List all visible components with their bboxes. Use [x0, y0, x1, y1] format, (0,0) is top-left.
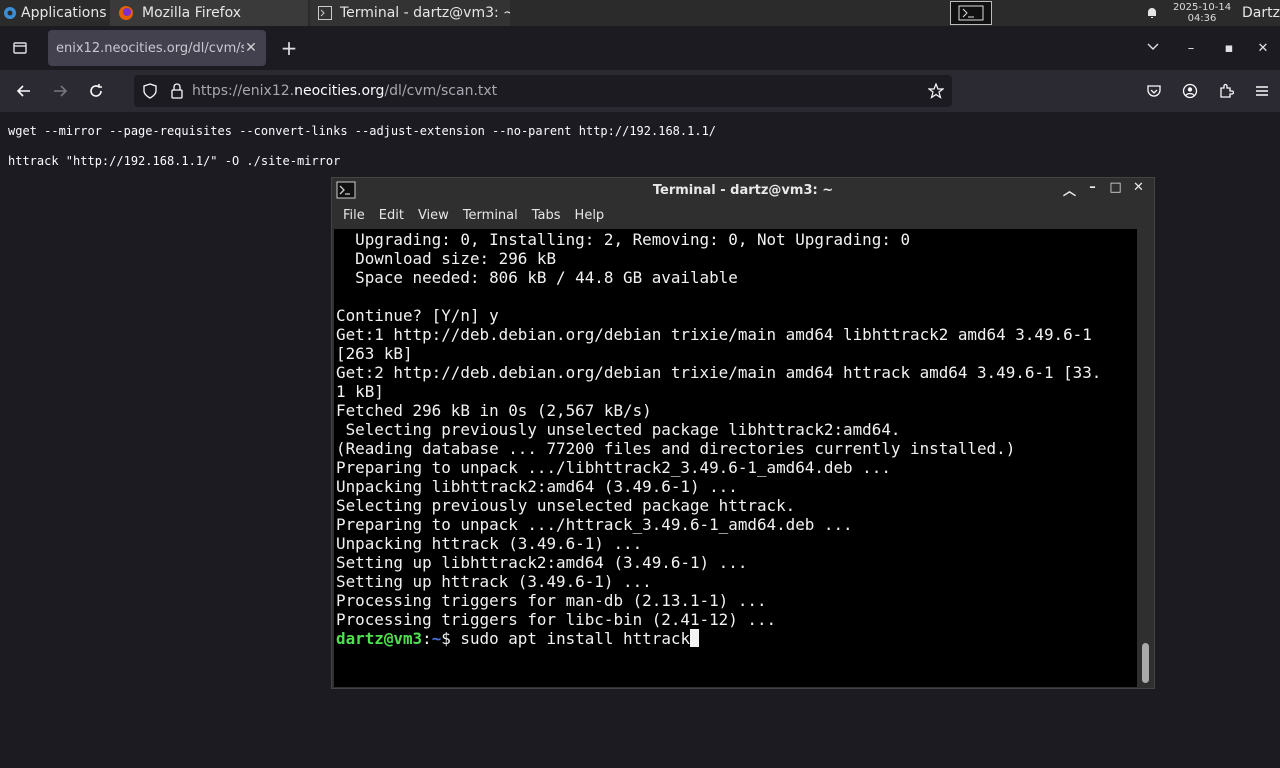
menu-tabs[interactable]: Tabs	[525, 208, 568, 223]
menu-edit[interactable]: Edit	[372, 208, 411, 223]
browser-tab[interactable]: enix12.neocities.org/dl/cvm/scan.txt ✕	[48, 30, 266, 66]
reload-button[interactable]	[78, 75, 114, 107]
prompt-symbol: $	[441, 629, 461, 648]
tab-title: enix12.neocities.org/dl/cvm/scan.txt	[56, 40, 244, 56]
taskbar-item-label: Terminal - dartz@vm3: ~	[340, 5, 510, 21]
terminal-line: Processing triggers for libc-bin (2.41-1…	[336, 610, 777, 629]
terminal-line: Space needed: 806 kB / 44.8 GB available	[336, 268, 738, 287]
browser-tabbar: enix12.neocities.org/dl/cvm/scan.txt ✕ +…	[0, 26, 1280, 70]
back-button[interactable]	[6, 75, 42, 107]
terminal-line: (Reading database ... 77200 files and di…	[336, 439, 1016, 458]
tab-close-icon[interactable]: ✕	[244, 40, 258, 56]
terminal-line: Download size: 296 kB	[336, 249, 557, 268]
terminal-line: Preparing to unpack .../libhttrack2_3.49…	[336, 458, 891, 477]
reload-icon	[90, 84, 102, 97]
terminal-line: Get:1 http://deb.debian.org/debian trixi…	[336, 325, 1092, 344]
maximize-icon[interactable]: ▪	[1212, 41, 1246, 56]
clock[interactable]: 2025-10-14 04:36	[1166, 2, 1238, 24]
workspace-switcher[interactable]	[950, 1, 992, 25]
back-arrow-icon	[16, 85, 30, 97]
firefox-view-icon	[13, 42, 27, 54]
terminal-line: Fetched 296 kB in 0s (2,567 kB/s)	[336, 401, 652, 420]
url-bar[interactable]: https://enix12.neocities.org/dl/cvm/scan…	[134, 75, 952, 107]
terminal-line: Processing triggers for man-db (2.13.1-1…	[336, 591, 767, 610]
terminal-scrollbar[interactable]	[1138, 229, 1154, 687]
terminal-line: 1 kB]	[336, 382, 384, 401]
terminal-line: Setting up httrack (3.49.6-1) ...	[336, 572, 652, 591]
clock-time: 04:36	[1187, 13, 1217, 24]
terminal-line: Preparing to unpack .../httrack_3.49.6-1…	[336, 515, 853, 534]
terminal-window-thumb-icon	[958, 5, 984, 21]
menu-help[interactable]: Help	[568, 208, 612, 223]
new-tab-button[interactable]: +	[272, 36, 306, 60]
terminal-screen[interactable]: Upgrading: 0, Installing: 2, Removing: 0…	[334, 229, 1137, 687]
browser-navbar: https://enix12.neocities.org/dl/cvm/scan…	[0, 70, 1280, 112]
notifications-bell-icon[interactable]	[1138, 6, 1166, 20]
terminal-line: Selecting previously unselected package …	[336, 496, 796, 515]
firefox-view-button[interactable]	[0, 40, 40, 56]
prompt-separator: :	[422, 629, 432, 648]
terminal-line: Upgrading: 0, Installing: 2, Removing: 0…	[336, 230, 911, 249]
account-button[interactable]	[1172, 75, 1208, 107]
applications-menu[interactable]: Applications	[0, 0, 110, 26]
minimize-icon[interactable]: –	[1081, 180, 1104, 199]
bookmark-star-icon[interactable]	[928, 83, 944, 99]
pocket-button[interactable]	[1136, 75, 1172, 107]
applications-label: Applications	[21, 5, 107, 21]
extensions-button[interactable]	[1208, 75, 1244, 107]
forward-button[interactable]	[42, 75, 78, 107]
text-cursor	[690, 629, 700, 647]
terminal-line: Selecting previously unselected package …	[336, 420, 901, 439]
pocket-icon	[1147, 85, 1161, 97]
terminal-menubar: File Edit View Terminal Tabs Help	[332, 202, 1154, 228]
terminal-line: [263 kB]	[336, 344, 413, 363]
terminal-line: Unpacking httrack (3.49.6-1) ...	[336, 534, 643, 553]
terminal-titlebar[interactable]: Terminal - dartz@vm3: ~ ︿ – □ ✕	[332, 178, 1154, 202]
forward-arrow-icon	[54, 85, 68, 97]
menu-view[interactable]: View	[411, 208, 456, 223]
prompt-path: ~	[431, 629, 442, 648]
terminal-icon	[336, 181, 356, 199]
puzzle-icon	[1220, 83, 1234, 98]
scrollbar-thumb[interactable]	[1142, 643, 1149, 683]
app-menu-button[interactable]	[1244, 75, 1280, 107]
terminal-line: Get:2 http://deb.debian.org/debian trixi…	[336, 363, 1102, 382]
top-panel: Applications Mozilla Firefox Terminal - …	[0, 0, 1280, 26]
taskbar-item-firefox[interactable]: Mozilla Firefox	[110, 0, 308, 26]
terminal-line: Setting up libhttrack2:amd64 (3.49.6-1) …	[336, 553, 748, 572]
shade-icon[interactable]: ︿	[1058, 180, 1081, 199]
terminal-icon	[318, 6, 332, 20]
text-line: httrack "http://192.168.1.1/" -O ./site-…	[8, 154, 341, 168]
typed-command: sudo apt install httrack	[460, 629, 691, 648]
minimize-icon[interactable]: –	[1170, 41, 1212, 56]
xfce-logo-icon	[4, 7, 16, 19]
close-icon[interactable]: ✕	[1127, 180, 1150, 199]
text-line: wget --mirror --page-requisites --conver…	[8, 124, 717, 138]
terminal-window[interactable]: Terminal - dartz@vm3: ~ ︿ – □ ✕ File Edi…	[331, 177, 1155, 689]
list-all-tabs-icon[interactable]	[1136, 39, 1170, 57]
account-icon	[1182, 83, 1198, 99]
maximize-icon[interactable]: □	[1104, 180, 1127, 199]
menu-file[interactable]: File	[336, 208, 372, 223]
terminal-title: Terminal - dartz@vm3: ~	[652, 182, 834, 198]
firefox-icon	[119, 6, 133, 20]
taskbar-item-label: Mozilla Firefox	[142, 5, 242, 21]
url-text: https://enix12.neocities.org/dl/cvm/scan…	[192, 83, 498, 99]
taskbar-item-terminal[interactable]: Terminal - dartz@vm3: ~	[310, 0, 510, 26]
shield-icon[interactable]	[142, 83, 158, 99]
prompt-user: dartz@vm3	[336, 629, 423, 648]
hamburger-menu-icon	[1256, 86, 1268, 96]
menu-terminal[interactable]: Terminal	[456, 208, 525, 223]
clock-date: 2025-10-14	[1172, 2, 1232, 13]
close-window-icon[interactable]: ✕	[1246, 41, 1280, 56]
terminal-line: Unpacking libhttrack2:amd64 (3.49.6-1) .…	[336, 477, 738, 496]
lock-icon[interactable]	[170, 83, 184, 99]
terminal-line: Continue? [Y/n] y	[336, 306, 499, 325]
terminal-prompt-line[interactable]: dartz@vm3:~$ sudo apt install httrack	[336, 629, 1137, 648]
user-menu[interactable]: Dartz	[1238, 5, 1280, 21]
